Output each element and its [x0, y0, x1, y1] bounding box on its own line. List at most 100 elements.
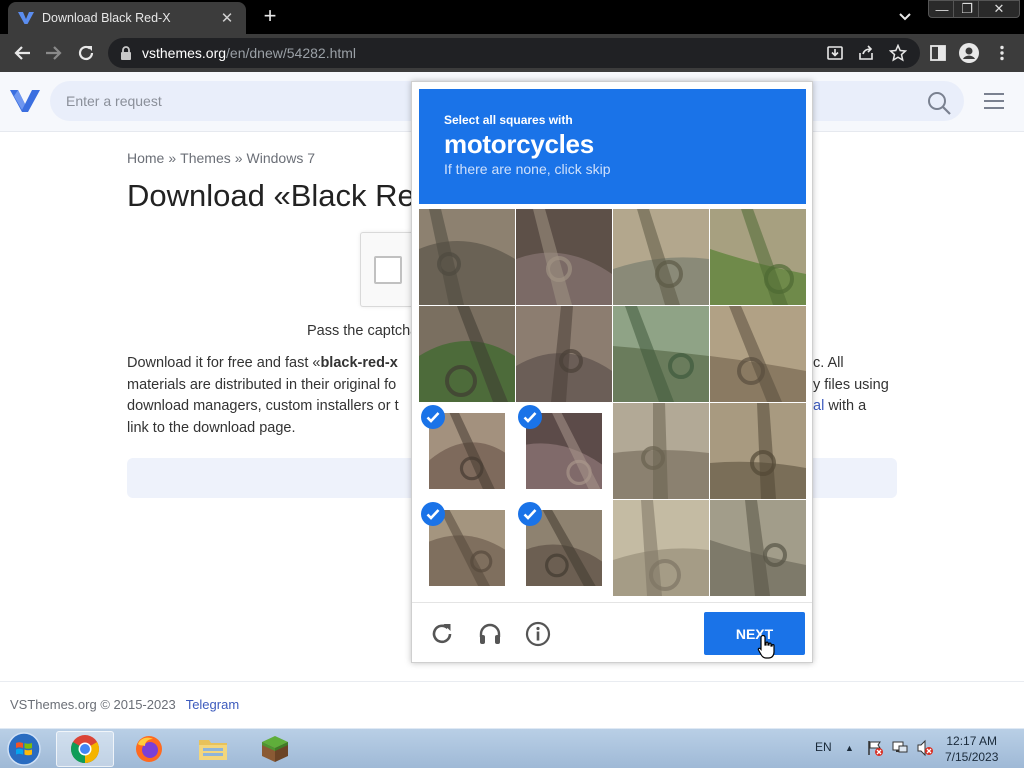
description-line-end: c. All: [813, 355, 844, 371]
tile-selected-check-icon: [421, 502, 445, 526]
captcha-tile[interactable]: [710, 209, 806, 305]
share-icon[interactable]: [856, 43, 876, 63]
bookmark-star-icon[interactable]: [888, 43, 908, 63]
description-line-end: y files using: [813, 376, 889, 393]
tab-search-chevron-icon[interactable]: [896, 8, 914, 26]
forward-arrow-icon[interactable]: [42, 42, 66, 64]
description-line: link to the download page.: [127, 419, 296, 436]
captcha-tile-image: [516, 306, 612, 402]
taskbar-firefox[interactable]: [120, 731, 178, 767]
install-app-icon[interactable]: [825, 43, 845, 63]
window-minimize-button[interactable]: —: [928, 0, 956, 18]
captcha-tile-image: [516, 209, 612, 305]
hamburger-menu-icon[interactable]: [983, 92, 1005, 112]
window-close-button[interactable]: ✕: [978, 0, 1020, 18]
captcha-tile[interactable]: [613, 500, 709, 596]
captcha-tile[interactable]: [419, 209, 515, 305]
tab-close-icon[interactable]: ✕: [218, 9, 236, 27]
folder-icon: [199, 740, 227, 760]
breadcrumb-home[interactable]: Home: [127, 150, 164, 166]
captcha-tile[interactable]: [419, 500, 515, 596]
captcha-tile[interactable]: [419, 306, 515, 402]
network-icon[interactable]: [891, 739, 909, 757]
recaptcha-checkbox-widget: [360, 232, 412, 307]
recaptcha-challenge-dialog: Select all squares with motorcycles If t…: [411, 81, 813, 663]
taskbar-minecraft[interactable]: [246, 731, 304, 767]
captcha-tile-image: [613, 500, 709, 596]
breadcrumb-themes[interactable]: Themes: [180, 150, 231, 166]
back-arrow-icon[interactable]: [10, 42, 34, 64]
captcha-tile[interactable]: [613, 306, 709, 402]
windows-orb-icon: [7, 732, 41, 766]
challenge-instruction: Select all squares with: [444, 113, 573, 127]
captcha-tile-image: [419, 306, 515, 402]
next-button[interactable]: NEXT: [704, 612, 805, 655]
captcha-tile-image: [613, 209, 709, 305]
recaptcha-checkbox[interactable]: [374, 256, 402, 284]
description-line: Download it for free and fast «black-red…: [127, 355, 398, 371]
url-path: /en/dnew/54282.html: [226, 45, 357, 61]
challenge-object: motorcycles: [444, 129, 594, 159]
captcha-tile-image: [710, 209, 806, 305]
show-hidden-icons-icon[interactable]: ▲: [845, 743, 854, 753]
site-footer: VSThemes.org © 2015-2023 Telegram: [10, 697, 239, 712]
captcha-tile[interactable]: [613, 209, 709, 305]
clock-time: 12:17 AM: [946, 734, 998, 748]
captcha-tile-image: [710, 306, 806, 402]
captcha-tile[interactable]: [419, 403, 515, 499]
minecraft-grass-block-icon: [262, 736, 288, 762]
side-panel-icon[interactable]: [928, 43, 948, 63]
browser-tab-strip: Download Black Red-X ✕ + — ❐ ✕: [0, 0, 1024, 34]
url-host: vsthemes.org: [142, 45, 227, 61]
browser-menu-icon[interactable]: [992, 43, 1012, 63]
captcha-tile[interactable]: [516, 209, 612, 305]
taskbar-file-explorer[interactable]: [184, 731, 242, 767]
lock-icon[interactable]: [118, 45, 134, 61]
captcha-tile[interactable]: [710, 306, 806, 402]
volume-muted-icon[interactable]: [916, 739, 934, 757]
language-indicator[interactable]: EN: [815, 740, 832, 754]
taskbar-chrome[interactable]: [56, 731, 114, 767]
breadcrumb-windows-7[interactable]: Windows 7: [247, 150, 315, 166]
profile-avatar-icon[interactable]: [959, 43, 979, 63]
action-center-flag-icon[interactable]: [866, 739, 884, 757]
tile-selected-check-icon: [421, 405, 445, 429]
window-maximize-button[interactable]: ❐: [953, 0, 981, 18]
search-icon[interactable]: [926, 90, 952, 116]
info-icon[interactable]: [524, 620, 552, 648]
challenge-header: Select all squares with motorcycles If t…: [419, 89, 806, 204]
description-link[interactable]: al: [813, 398, 824, 414]
browser-toolbar: vsthemes.org/en/dnew/54282.html: [0, 34, 1024, 72]
reload-icon[interactable]: [428, 620, 456, 648]
footer-telegram-link[interactable]: Telegram: [186, 697, 239, 712]
firefox-icon: [136, 736, 162, 762]
clock-date: 7/15/2023: [945, 750, 999, 764]
breadcrumb-separator: »: [168, 150, 177, 166]
captcha-tile-image: [710, 403, 806, 499]
browser-tab[interactable]: Download Black Red-X ✕: [8, 2, 246, 34]
vsthemes-logo-icon[interactable]: [10, 88, 40, 114]
address-bar[interactable]: vsthemes.org/en/dnew/54282.html: [108, 38, 920, 68]
footer-copyright: VSThemes.org © 2015-2023: [10, 697, 176, 712]
captcha-tile[interactable]: [710, 403, 806, 499]
audio-icon[interactable]: [476, 620, 504, 648]
captcha-tile[interactable]: [516, 500, 612, 596]
tile-selected-check-icon: [518, 405, 542, 429]
captcha-tile[interactable]: [516, 403, 612, 499]
description-line: materials are distributed in their origi…: [127, 376, 397, 393]
chrome-icon: [71, 735, 99, 763]
challenge-hint: If there are none, click skip: [444, 161, 611, 177]
captcha-tile[interactable]: [516, 306, 612, 402]
windows-taskbar: EN ▲ 12:17 AM 7/15/2023: [0, 728, 1024, 768]
captcha-tile[interactable]: [613, 403, 709, 499]
new-tab-button[interactable]: +: [258, 5, 282, 28]
captcha-tile-image: [419, 209, 515, 305]
tile-selected-check-icon: [518, 502, 542, 526]
description-line: download managers, custom installers or …: [127, 398, 399, 414]
breadcrumb: Home» Themes» Windows 7: [127, 150, 315, 166]
system-clock[interactable]: 12:17 AM 7/15/2023: [945, 733, 998, 765]
start-button[interactable]: [4, 731, 44, 767]
captcha-tile[interactable]: [710, 500, 806, 596]
reload-icon[interactable]: [74, 42, 98, 64]
captcha-tile-image: [613, 403, 709, 499]
